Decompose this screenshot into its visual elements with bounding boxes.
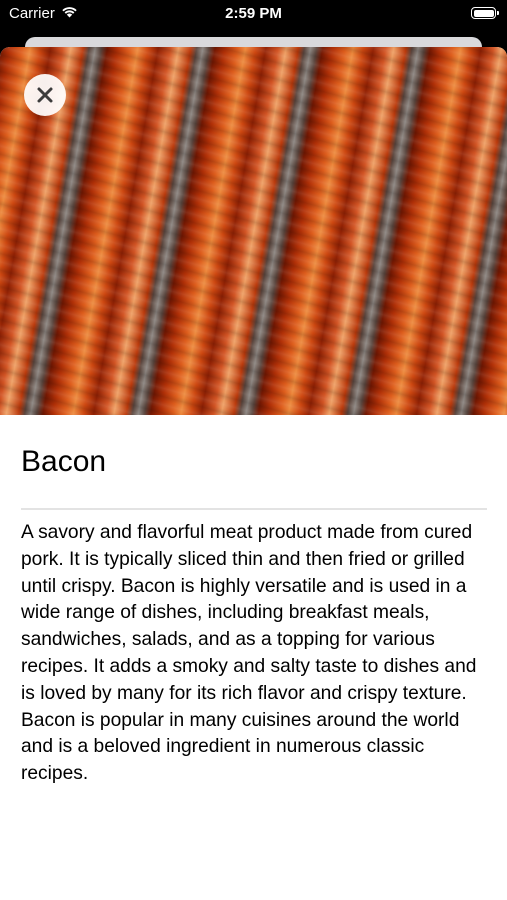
close-icon <box>36 86 54 104</box>
screen: Carrier 2:59 PM Bacon A savory and flavo… <box>0 0 507 900</box>
battery-icon <box>471 7 499 19</box>
detail-sheet: Bacon A savory and flavorful meat produc… <box>0 47 507 900</box>
status-time: 2:59 PM <box>225 5 282 22</box>
bacon-photo <box>0 47 507 415</box>
item-description: A savory and flavorful meat product made… <box>21 522 477 785</box>
status-bar: Carrier 2:59 PM <box>0 0 507 30</box>
battery-level <box>473 9 494 17</box>
close-button[interactable] <box>24 74 66 116</box>
item-title: Bacon <box>21 445 107 478</box>
divider <box>21 508 487 510</box>
